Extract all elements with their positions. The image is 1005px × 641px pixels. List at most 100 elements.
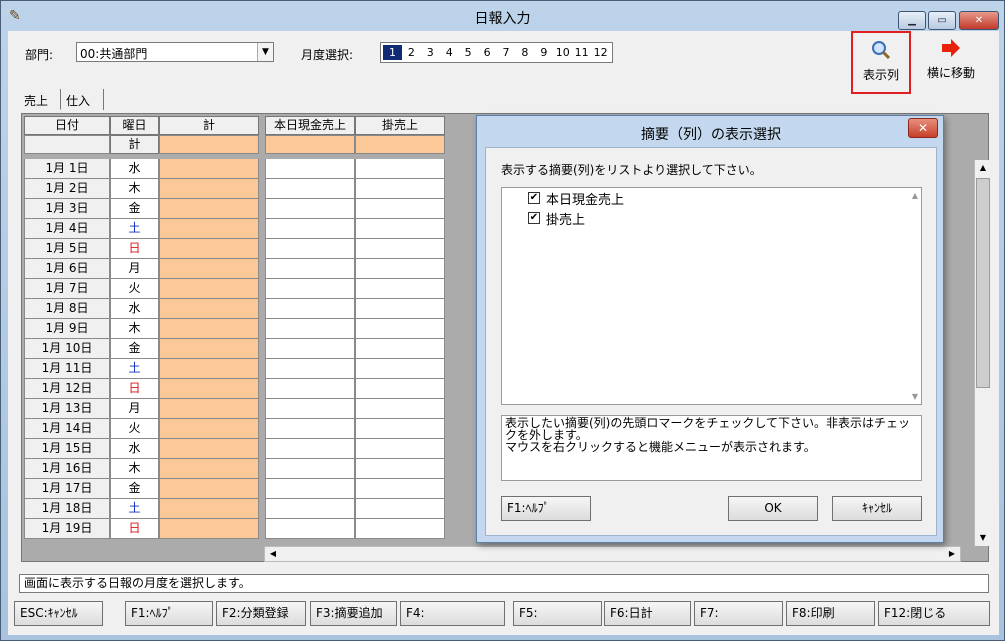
table-row[interactable]: 1月 17日金 (24, 479, 464, 499)
table-row[interactable]: 1月 3日金 (24, 199, 464, 219)
credit-sales-cell[interactable] (355, 519, 445, 539)
minimize-button[interactable]: ▁ (898, 11, 926, 30)
credit-sales-cell[interactable] (355, 359, 445, 379)
view-columns-button[interactable]: 表示列 (851, 31, 911, 94)
scroll-right-icon[interactable]: ▶ (944, 546, 960, 562)
month-item[interactable]: 1 (383, 45, 402, 60)
month-item[interactable]: 3 (421, 45, 440, 60)
scroll-left-icon[interactable]: ◀ (265, 546, 281, 562)
chevron-down-icon[interactable]: ▼ (257, 43, 273, 61)
credit-sales-cell[interactable] (355, 479, 445, 499)
credit-sales-cell[interactable] (355, 199, 445, 219)
checkbox[interactable]: ✔ (528, 192, 540, 204)
table-row[interactable]: 1月 13日月 (24, 399, 464, 419)
list-item[interactable]: ✔ 掛売上 (528, 209, 585, 228)
table-row[interactable]: 1月 15日水 (24, 439, 464, 459)
fkey-button[interactable]: F12:閉じる (878, 601, 990, 626)
table-row[interactable]: 1月 7日火 (24, 279, 464, 299)
credit-sales-cell[interactable] (355, 379, 445, 399)
cash-sales-cell[interactable] (265, 459, 355, 479)
table-row[interactable]: 1月 18日土 (24, 499, 464, 519)
vertical-scroll-thumb[interactable] (976, 178, 990, 388)
credit-sales-cell[interactable] (355, 219, 445, 239)
month-item[interactable]: 9 (534, 45, 553, 60)
fkey-button[interactable]: F3:摘要追加 (310, 601, 397, 626)
month-item[interactable]: 2 (402, 45, 421, 60)
credit-sales-cell[interactable] (355, 259, 445, 279)
month-item[interactable]: 6 (478, 45, 497, 60)
vertical-scrollbar[interactable]: ▲ ▼ (974, 160, 991, 546)
month-item[interactable]: 11 (572, 45, 591, 60)
dialog-cancel-button[interactable]: ｷｬﾝｾﾙ (832, 496, 922, 521)
credit-sales-cell[interactable] (355, 279, 445, 299)
table-row[interactable]: 1月 6日月 (24, 259, 464, 279)
move-right-button[interactable]: 横に移動 (918, 31, 984, 94)
cash-sales-cell[interactable] (265, 519, 355, 539)
list-scroll-up-icon[interactable]: ▲ (912, 191, 918, 200)
month-item[interactable]: 7 (497, 45, 516, 60)
table-row[interactable]: 1月 16日木 (24, 459, 464, 479)
fkey-button[interactable]: F6:日計 (604, 601, 691, 626)
dept-select[interactable]: 00:共通部門 ▼ (76, 42, 274, 62)
month-item[interactable]: 8 (515, 45, 534, 60)
cash-sales-cell[interactable] (265, 179, 355, 199)
credit-sales-cell[interactable] (355, 319, 445, 339)
cash-sales-cell[interactable] (265, 379, 355, 399)
cash-sales-cell[interactable] (265, 339, 355, 359)
list-scroll-down-icon[interactable]: ▼ (912, 392, 918, 401)
cash-sales-cell[interactable] (265, 499, 355, 519)
table-row[interactable]: 1月 2日木 (24, 179, 464, 199)
table-row[interactable]: 1月 8日水 (24, 299, 464, 319)
table-row[interactable]: 1月 5日日 (24, 239, 464, 259)
fkey-button[interactable]: F4: (400, 601, 505, 626)
credit-sales-cell[interactable] (355, 159, 445, 179)
cash-sales-cell[interactable] (265, 259, 355, 279)
fkey-button[interactable]: F5: (513, 601, 602, 626)
cash-sales-cell[interactable] (265, 219, 355, 239)
cash-sales-cell[interactable] (265, 419, 355, 439)
month-selector[interactable]: 1 2 3 4 5 6 7 8 9 10 11 12 (380, 42, 613, 63)
month-item[interactable]: 5 (459, 45, 478, 60)
tab-sales[interactable]: 売上 (19, 89, 61, 110)
fkey-button[interactable]: ESC:ｷｬﾝｾﾙ (14, 601, 103, 626)
table-row[interactable]: 1月 14日火 (24, 419, 464, 439)
credit-sales-cell[interactable] (355, 299, 445, 319)
fkey-button[interactable]: F1:ﾍﾙﾌﾟ (125, 601, 213, 626)
cash-sales-cell[interactable] (265, 199, 355, 219)
fkey-button[interactable]: F2:分類登録 (216, 601, 306, 626)
month-item[interactable]: 4 (440, 45, 459, 60)
checkbox[interactable]: ✔ (528, 212, 540, 224)
maximize-button[interactable]: ▭ (928, 11, 956, 30)
credit-sales-cell[interactable] (355, 339, 445, 359)
cash-sales-cell[interactable] (265, 239, 355, 259)
cash-sales-cell[interactable] (265, 319, 355, 339)
table-row[interactable]: 1月 4日土 (24, 219, 464, 239)
close-button[interactable]: ✕ (959, 11, 999, 30)
cash-sales-cell[interactable] (265, 359, 355, 379)
table-row[interactable]: 1月 9日木 (24, 319, 464, 339)
scroll-up-icon[interactable]: ▲ (975, 160, 991, 176)
month-item[interactable]: 12 (591, 45, 610, 60)
table-row[interactable]: 1月 19日日 (24, 519, 464, 539)
credit-sales-cell[interactable] (355, 399, 445, 419)
cash-sales-cell[interactable] (265, 159, 355, 179)
dialog-help-button[interactable]: F1:ﾍﾙﾌﾟ (501, 496, 591, 521)
cash-sales-cell[interactable] (265, 439, 355, 459)
dialog-ok-button[interactable]: OK (728, 496, 818, 521)
credit-sales-cell[interactable] (355, 459, 445, 479)
table-row[interactable]: 1月 12日日 (24, 379, 464, 399)
dialog-close-button[interactable]: ✕ (908, 118, 938, 138)
cash-sales-cell[interactable] (265, 299, 355, 319)
cash-sales-cell[interactable] (265, 399, 355, 419)
table-row[interactable]: 1月 1日水 (24, 159, 464, 179)
table-row[interactable]: 1月 11日土 (24, 359, 464, 379)
credit-sales-cell[interactable] (355, 179, 445, 199)
credit-sales-cell[interactable] (355, 419, 445, 439)
fkey-button[interactable]: F8:印刷 (786, 601, 875, 626)
table-row[interactable]: 1月 10日金 (24, 339, 464, 359)
column-checklist[interactable]: ▲ ▼ ✔ 本日現金売上 ✔ 掛売上 (501, 187, 922, 405)
credit-sales-cell[interactable] (355, 239, 445, 259)
scroll-down-icon[interactable]: ▼ (975, 530, 991, 546)
cash-sales-cell[interactable] (265, 479, 355, 499)
tab-purchase[interactable]: 仕入 (61, 89, 104, 110)
